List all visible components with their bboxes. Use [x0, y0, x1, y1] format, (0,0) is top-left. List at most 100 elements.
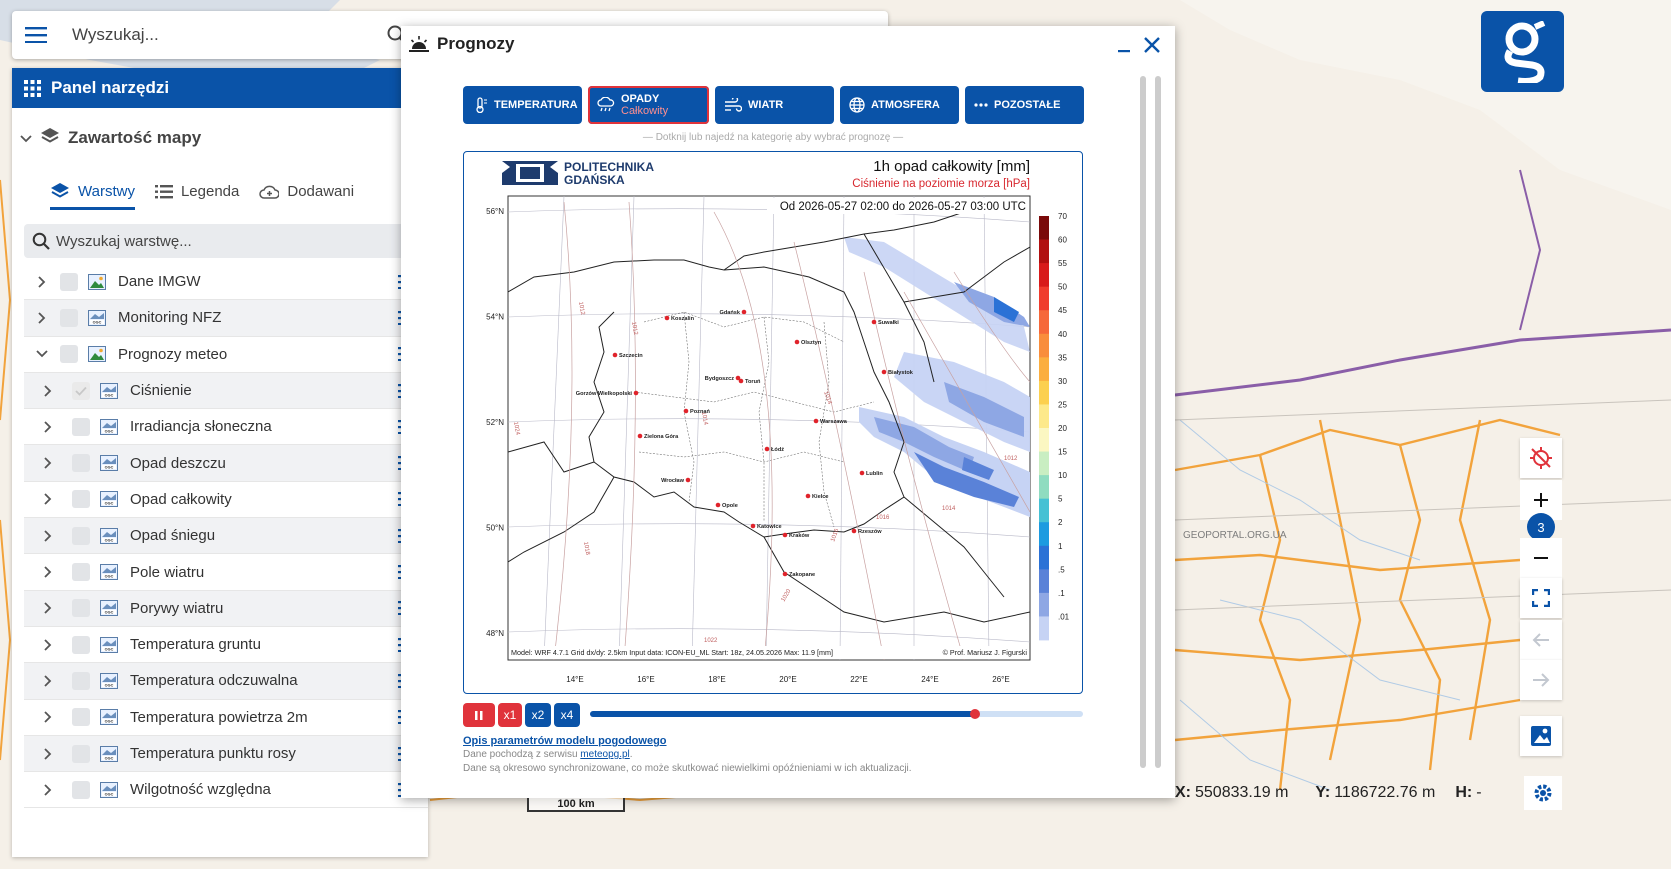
category-label: WIATR: [748, 99, 784, 111]
category-temperature-button[interactable]: TEMPERATURA: [463, 86, 582, 124]
layer-checkbox[interactable]: [72, 381, 90, 400]
map-content-toggle[interactable]: Zawartość mapy: [12, 108, 428, 168]
layer-row[interactable]: OGC Temperatura powietrza 2m: [24, 700, 428, 736]
speed-x2-button[interactable]: x2: [525, 703, 551, 727]
expand-toggle[interactable]: [24, 350, 60, 358]
tab-layers[interactable]: Warstwy: [50, 182, 135, 210]
coordinates-status: X: 550833.19 m Y: 1186722.76 m H: -: [1175, 778, 1482, 808]
layer-row[interactable]: OGC Monitoring NFZ: [24, 300, 428, 337]
expand-toggle[interactable]: [24, 638, 72, 651]
layer-row[interactable]: OGC Irradiancja słoneczna: [24, 409, 428, 446]
expand-toggle[interactable]: [24, 530, 72, 542]
layer-checkbox[interactable]: [72, 744, 90, 763]
geolocation-off-button[interactable]: [1520, 438, 1562, 478]
expand-toggle[interactable]: [24, 747, 72, 760]
layer-row[interactable]: OGC Wilgotność względna: [24, 772, 428, 809]
city-label: Łódź: [771, 447, 784, 453]
tab-add[interactable]: Dodawani: [259, 183, 354, 210]
chevron-right-icon: [44, 638, 52, 651]
expand-toggle[interactable]: [24, 384, 72, 397]
tab-label: Dodawani: [287, 183, 355, 200]
expand-toggle[interactable]: [24, 784, 72, 796]
speed-x1-button[interactable]: x1: [498, 703, 522, 727]
expand-toggle[interactable]: [24, 276, 60, 288]
forward-button[interactable]: [1520, 660, 1562, 700]
timeline-handle[interactable]: [969, 709, 980, 719]
layer-checkbox[interactable]: [72, 635, 90, 654]
layer-checkbox[interactable]: [72, 708, 90, 727]
hamburger-menu-button[interactable]: [12, 11, 60, 59]
layer-checkbox[interactable]: [60, 272, 78, 291]
fullscreen-button[interactable]: [1520, 578, 1562, 618]
layer-checkbox[interactable]: [60, 308, 78, 327]
dialog-scrollbar-right[interactable]: [1155, 76, 1161, 768]
layer-row[interactable]: OGC Opad całkowity: [24, 482, 428, 519]
layer-checkbox[interactable]: [72, 780, 90, 799]
pause-button[interactable]: [463, 703, 495, 727]
data-source-suffix: .: [629, 749, 633, 760]
category-wind-button[interactable]: WIATR: [715, 86, 834, 124]
model-description-link[interactable]: Opis parametrów modelu pogodowego: [463, 735, 667, 747]
search-input[interactable]: Wyszukaj...: [72, 25, 382, 45]
layer-checkbox[interactable]: [72, 563, 90, 582]
dialog-scrollbar-left[interactable]: [1140, 76, 1146, 768]
expand-toggle[interactable]: [24, 421, 72, 433]
layer-checkbox[interactable]: [72, 599, 90, 618]
layer-checkbox[interactable]: [72, 454, 90, 473]
expand-toggle[interactable]: [24, 711, 72, 723]
forecast-map-frame[interactable]: POLITECHNIKA GDAŃSKA 1h opad całkowity […: [463, 151, 1083, 694]
chevron-right-icon: [44, 421, 52, 433]
layer-row[interactable]: OGC Ciśnienie: [24, 372, 428, 410]
expand-toggle[interactable]: [24, 457, 72, 469]
expand-toggle[interactable]: [24, 602, 72, 614]
city-label: Kraków: [789, 533, 810, 539]
wms-layer-icon: OGC: [100, 491, 118, 508]
tools-panel-header[interactable]: Panel narzędzi: [12, 68, 428, 108]
speed-x4-button[interactable]: x4: [554, 703, 580, 727]
data-source-link[interactable]: meteopg.pl: [580, 749, 629, 760]
timeline-slider[interactable]: [590, 709, 1083, 719]
settings-button[interactable]: [1524, 776, 1562, 810]
layer-checkbox[interactable]: [60, 345, 78, 364]
city-label: Toruń: [745, 379, 761, 385]
layer-row[interactable]: Dane IMGW: [24, 264, 428, 301]
expand-toggle[interactable]: [24, 566, 72, 578]
layer-name: Pole wiatru: [130, 563, 205, 581]
longitude-labels: 14°E 16°E 18°E 20°E 22°E 24°E 26°E: [566, 675, 1009, 684]
layer-row[interactable]: OGC Opad śniegu: [24, 518, 428, 555]
category-atmosphere-button[interactable]: ATMOSFERA: [840, 86, 959, 124]
layer-row[interactable]: Prognozy meteo: [24, 337, 428, 373]
category-precipitation-button[interactable]: OPADY Całkowity: [588, 86, 709, 124]
layer-row[interactable]: OGC Opad deszczu: [24, 445, 428, 482]
category-other-button[interactable]: POZOSTAŁE: [965, 86, 1084, 124]
chevron-right-icon: [44, 493, 52, 506]
color-scale-swatch: [1039, 592, 1049, 617]
color-scale-swatch: [1039, 286, 1049, 311]
layer-row[interactable]: OGC Temperatura punktu rosy: [24, 735, 428, 773]
chevron-right-icon: [44, 384, 52, 397]
zoom-out-button[interactable]: [1520, 538, 1562, 578]
geoportal-logo[interactable]: [1481, 11, 1564, 92]
layer-row[interactable]: OGC Porywy wiatru: [24, 590, 428, 627]
expand-toggle[interactable]: [24, 312, 60, 324]
city-label: Koszalin: [671, 316, 695, 322]
search-icon: [32, 232, 50, 250]
close-button[interactable]: [1143, 36, 1161, 59]
layer-row[interactable]: OGC Pole wiatru: [24, 554, 428, 591]
layer-row[interactable]: OGC Temperatura gruntu: [24, 627, 428, 664]
tab-legend[interactable]: Legenda: [154, 183, 239, 210]
minimize-button[interactable]: [1117, 38, 1131, 54]
layer-checkbox[interactable]: [72, 417, 90, 436]
layer-checkbox[interactable]: [72, 526, 90, 545]
expand-toggle[interactable]: [24, 675, 72, 687]
expand-toggle[interactable]: [24, 493, 72, 506]
layer-row[interactable]: OGC Temperatura odczuwalna: [24, 663, 428, 700]
layer-checkbox[interactable]: [72, 490, 90, 509]
color-scale-swatch: [1039, 357, 1049, 382]
layer-checkbox[interactable]: [72, 671, 90, 690]
back-button[interactable]: [1520, 620, 1562, 660]
basemap-switch-button[interactable]: [1520, 716, 1562, 756]
svg-text:OGC: OGC: [105, 538, 114, 542]
layer-name: Irradiancja słoneczna: [130, 418, 272, 436]
layer-search-input[interactable]: Wyszukaj warstwę...: [24, 224, 428, 258]
